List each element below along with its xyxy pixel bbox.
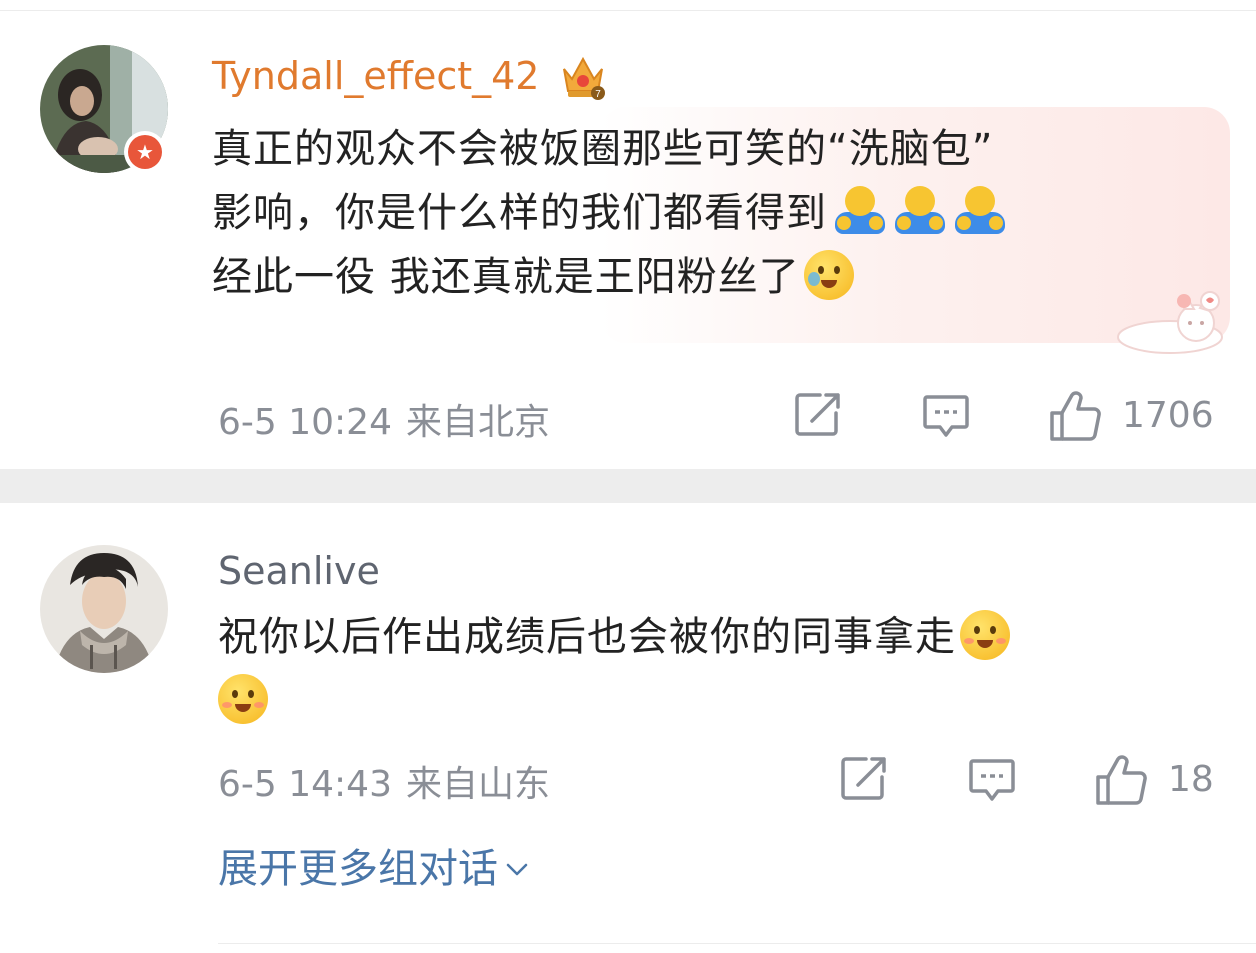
reply-button[interactable] [968, 757, 1016, 803]
like-icon [1096, 755, 1147, 805]
expand-conversation-link[interactable]: 展开更多组对话 [218, 849, 532, 889]
comment-date: 6-5 14:43 [218, 764, 392, 805]
expand-label: 展开更多组对话 [218, 846, 498, 892]
comment-location: 来自山东 [406, 764, 551, 805]
comment-icon [923, 395, 969, 437]
comment-text: 祝你以后作出成绩后也会被你的同事拿走 [218, 605, 1218, 733]
smile-emoji-icon [960, 610, 1010, 660]
hug-emoji-icon [953, 186, 1007, 236]
like-count: 18 [1168, 759, 1214, 800]
hug-emoji-icon [833, 186, 887, 236]
username[interactable]: Tyndall_effect_42 [212, 57, 539, 95]
comment-item: ★ Tyndall_effect_42 7 真正的观众不会被饭圈那些可笑的“洗脑… [0, 11, 1256, 469]
comment-date: 6-5 10:24 [218, 402, 392, 443]
repost-icon [841, 757, 886, 800]
avatar[interactable] [40, 545, 168, 673]
username[interactable]: Seanlive [218, 552, 380, 590]
reply-button[interactable] [922, 393, 970, 439]
repost-button[interactable] [794, 391, 842, 437]
bottom-divider [218, 943, 1256, 944]
like-button[interactable]: 18 [1094, 753, 1214, 807]
smile-emoji-icon [218, 674, 268, 724]
comment-meta: 6-5 14:43 来自山东 [218, 767, 564, 803]
repost-icon [795, 393, 840, 436]
comment-line: 真正的观众不会被饭圈那些可笑的“洗脑包” [212, 126, 994, 172]
like-button[interactable]: 1706 [1048, 389, 1214, 443]
crying-laugh-emoji-icon [803, 250, 854, 300]
comment-location: 来自北京 [406, 402, 551, 443]
comment-line: 影响，你是什么样的我们都看得到 [212, 190, 827, 236]
crown-icon: 7 [563, 56, 605, 100]
v-badge-icon: ★ [124, 131, 166, 173]
svg-text:7: 7 [595, 89, 601, 100]
chevron-down-icon [506, 863, 528, 876]
hug-emoji-icon [893, 186, 947, 236]
comment-separator [0, 469, 1256, 503]
comment-line: 经此一役 我还真就是王阳粉丝了 [212, 254, 800, 300]
repost-button[interactable] [840, 755, 888, 801]
like-count: 1706 [1122, 395, 1214, 436]
comment-line: 祝你以后作出成绩后也会被你的同事拿走 [218, 614, 956, 660]
comment-icon [969, 759, 1015, 801]
comment-text: 真正的观众不会被饭圈那些可笑的“洗脑包” 影响，你是什么样的我们都看得到 经此一… [212, 117, 1212, 309]
comment-meta: 6-5 10:24 来自北京 [218, 405, 564, 441]
like-icon [1050, 391, 1101, 441]
comment-item: Seanlive 祝你以后作出成绩后也会被你的同事拿走 6-5 14:43 来自山… [0, 503, 1256, 953]
